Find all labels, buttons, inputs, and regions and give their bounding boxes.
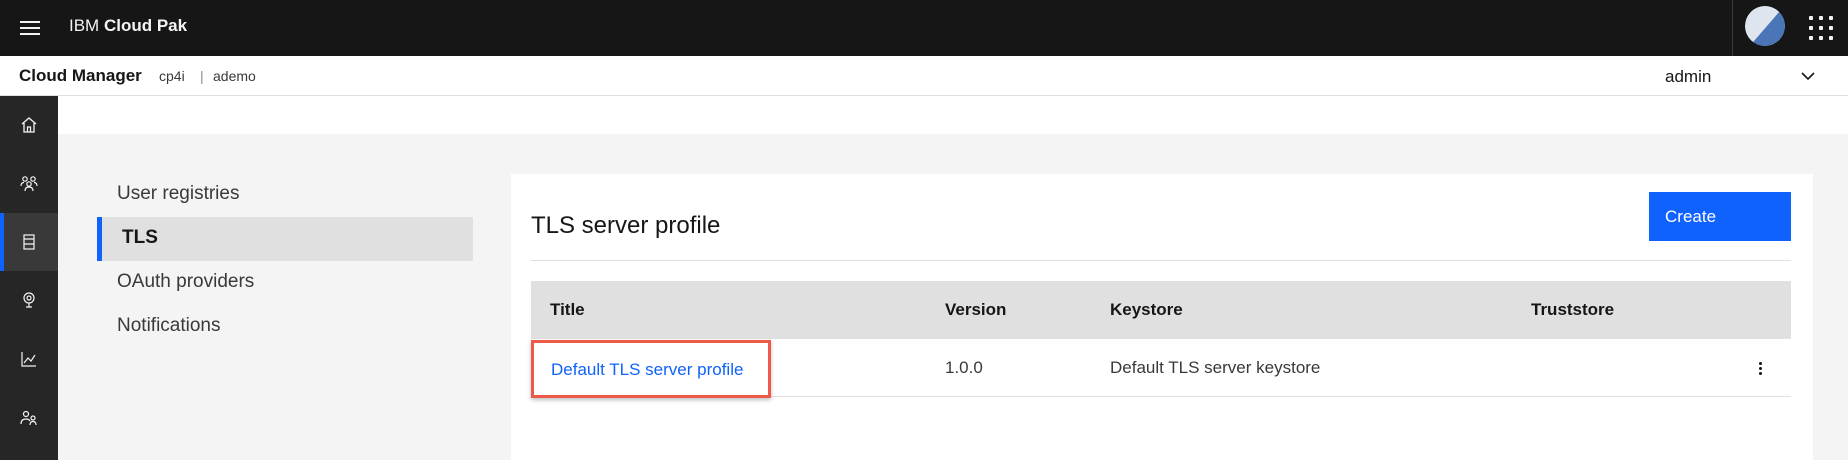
breadcrumb-separator: | xyxy=(200,68,204,84)
settings-nav-label: User registries xyxy=(117,183,240,204)
table-row[interactable]: Default TLS server profile 1.0.0 Default… xyxy=(531,339,1791,398)
settings-nav-label: Notifications xyxy=(117,315,221,336)
sub-header: Cloud Manager cp4i | ademo admin xyxy=(0,56,1848,96)
avatar[interactable] xyxy=(1745,6,1785,46)
create-button[interactable]: Create xyxy=(1649,192,1791,241)
column-header-version[interactable]: Version xyxy=(945,300,1006,320)
avatar-button[interactable] xyxy=(1732,0,1792,56)
settings-nav-tls[interactable]: TLS xyxy=(97,217,473,261)
left-rail xyxy=(0,96,58,460)
chevron-down-icon[interactable] xyxy=(1800,68,1816,84)
brand-title[interactable]: IBM Cloud Pak xyxy=(69,16,187,36)
column-header-truststore[interactable]: Truststore xyxy=(1531,300,1614,320)
settings-nav-label: OAuth providers xyxy=(117,271,255,292)
table-header: Title Version Keystore Truststore xyxy=(531,281,1791,339)
divider xyxy=(531,260,1791,261)
highlight-box: Default TLS server profile xyxy=(531,340,771,398)
users-icon[interactable] xyxy=(0,154,58,212)
breadcrumb-catalog[interactable]: ademo xyxy=(213,68,256,84)
top-header: IBM Cloud Pak xyxy=(0,0,1848,56)
settings-nav-label: TLS xyxy=(122,227,158,248)
profile-title-link[interactable]: Default TLS server profile xyxy=(551,360,743,380)
settings-nav-user-registries[interactable]: User registries xyxy=(97,173,473,217)
tls-panel: TLS server profile Create Title Version … xyxy=(511,174,1813,460)
brand-prefix: IBM xyxy=(69,16,100,35)
overflow-menu-icon[interactable] xyxy=(1746,353,1776,383)
brand-name: Cloud Pak xyxy=(103,16,188,35)
menu-icon[interactable] xyxy=(18,18,42,38)
column-header-keystore[interactable]: Keystore xyxy=(1110,300,1183,320)
topology-icon[interactable] xyxy=(0,271,58,329)
app-switcher-icon[interactable] xyxy=(1808,15,1834,41)
resources-icon[interactable] xyxy=(0,213,58,271)
profile-keystore: Default TLS server keystore xyxy=(1110,358,1321,377)
members-icon[interactable] xyxy=(0,389,58,447)
page-title: TLS server profile xyxy=(531,212,721,239)
column-header-title[interactable]: Title xyxy=(550,300,585,320)
profile-version: 1.0.0 xyxy=(945,358,983,377)
breadcrumb-org[interactable]: cp4i xyxy=(159,68,185,84)
settings-nav-oauth-providers[interactable]: OAuth providers xyxy=(97,261,473,305)
analytics-icon[interactable] xyxy=(0,330,58,388)
home-icon[interactable] xyxy=(0,96,58,154)
settings-nav-notifications[interactable]: Notifications xyxy=(97,305,473,349)
user-menu-label[interactable]: admin xyxy=(1665,67,1711,87)
app-name[interactable]: Cloud Manager xyxy=(19,66,142,86)
